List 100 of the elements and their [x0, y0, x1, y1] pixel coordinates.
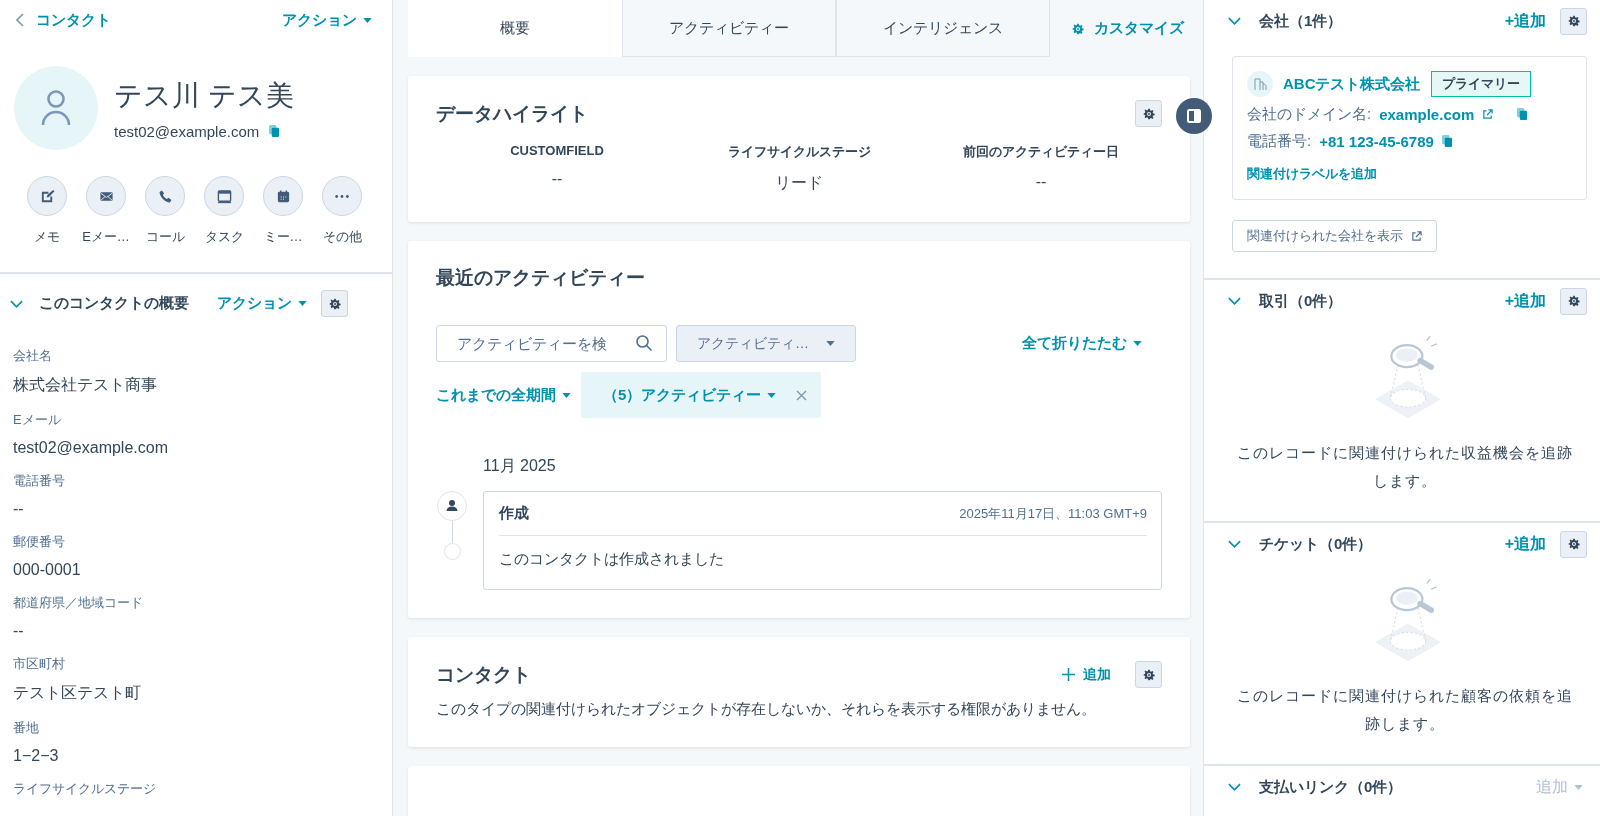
field-label: 都道府県／地域コード — [13, 594, 144, 612]
card-title: コンタクト — [436, 662, 531, 687]
more-icon — [335, 194, 349, 198]
month-heading: 11月 2025 — [483, 456, 557, 476]
section-title: 会社（1件） — [1259, 11, 1343, 31]
chevron-down-icon[interactable] — [1228, 540, 1241, 548]
copy-icon[interactable] — [269, 124, 281, 138]
highlight-label: ライフサイクルステージ — [726, 143, 872, 161]
settings-icon — [1567, 295, 1580, 307]
quick-action-button[interactable]: ミー… — [258, 176, 308, 246]
settings-button[interactable] — [1560, 7, 1587, 35]
customize-button[interactable]: カスタマイズ — [1066, 0, 1190, 57]
back-link[interactable]: コンタクト — [16, 10, 111, 30]
settings-button[interactable] — [1135, 661, 1162, 688]
quick-action-button[interactable]: タスク — [199, 176, 249, 246]
tab[interactable]: 概要 — [408, 0, 622, 57]
highlight-label: CUSTOMFIELD — [509, 143, 605, 158]
calendar-icon — [275, 188, 291, 204]
field-value: 1−2−3 — [13, 747, 60, 765]
section-title: このコンタクトの概要 — [39, 294, 189, 313]
settings-button[interactable] — [1560, 287, 1587, 315]
field-label: 市区町村 — [13, 655, 66, 673]
contact-name: テス川 テス美 — [114, 78, 294, 113]
quick-action-button[interactable]: コール — [140, 176, 190, 246]
search-field[interactable]: アクティビティーを検 — [436, 325, 667, 362]
chevron-left-icon — [16, 13, 24, 27]
empty-message: このレコードに関連付けられた顧客の依頼を追跡します。 — [1235, 686, 1574, 734]
caret-icon — [562, 392, 571, 398]
phone-link[interactable]: +81 123-45-6789 — [1319, 133, 1434, 150]
settings-button[interactable] — [1560, 530, 1587, 558]
highlight-value: リード — [774, 173, 824, 193]
field-label: 郵便番号 — [13, 533, 66, 551]
add-button[interactable]: +追加 — [1504, 290, 1546, 312]
activity-type-dropdown[interactable]: アクティビティ… — [676, 325, 856, 362]
caret-icon — [826, 341, 835, 346]
copy-icon[interactable] — [1441, 135, 1453, 148]
add-button[interactable]: +追加 — [1504, 533, 1546, 555]
tab[interactable]: インテリジェンス — [836, 0, 1050, 57]
add-label-link[interactable]: 関連付けラベルを追加 — [1247, 165, 1377, 183]
caret-icon — [298, 301, 307, 306]
actions-dropdown[interactable]: アクション — [282, 10, 372, 30]
card-title: 最近のアクティビティー — [436, 266, 646, 290]
domain-label: 会社のドメイン名: — [1247, 105, 1372, 124]
add-button[interactable]: 追加 — [1056, 664, 1117, 685]
settings-icon — [1567, 538, 1580, 550]
caret-icon — [363, 17, 372, 23]
caret-icon — [1574, 784, 1583, 790]
chevron-down-icon[interactable] — [1228, 17, 1241, 25]
field-value: -- — [13, 622, 25, 640]
person-icon — [41, 89, 71, 127]
close-icon[interactable] — [796, 389, 808, 401]
field-label: 電話番号 — [13, 472, 66, 490]
activity-title: 作成 — [499, 504, 529, 523]
external-link-icon — [1411, 230, 1422, 242]
section-title: 取引（0件） — [1259, 291, 1343, 311]
phone-icon — [157, 188, 173, 204]
external-link-icon — [1482, 109, 1494, 120]
highlight-value: -- — [1034, 173, 1048, 191]
tab[interactable]: アクティビティー — [622, 0, 836, 57]
field-label: ライフサイクルステージ — [13, 780, 157, 798]
building-icon — [1253, 78, 1267, 90]
field-value: -- — [13, 500, 25, 518]
search-icon — [635, 334, 653, 352]
person-icon — [437, 491, 467, 521]
settings-button[interactable] — [321, 290, 348, 317]
actions-dropdown[interactable]: アクション — [217, 294, 307, 313]
chevron-down-icon[interactable] — [1228, 297, 1241, 305]
highlight-value: -- — [550, 170, 564, 188]
activity-filter-dropdown[interactable]: （5）アクティビティー — [603, 385, 777, 405]
empty-message: このタイプの関連付けられたオブジェクトが存在しないか、それらを表示する権限がありません。 — [436, 700, 1097, 719]
quick-action-button[interactable]: その他 — [317, 176, 367, 246]
caret-icon — [1133, 341, 1142, 346]
domain-link[interactable]: example.com — [1379, 106, 1475, 123]
pencil-icon — [39, 188, 55, 204]
field-value: テスト区テスト町 — [13, 683, 142, 703]
quick-action-button[interactable]: メモ — [22, 176, 72, 246]
period-dropdown[interactable]: これまでの全期間 — [436, 385, 571, 405]
section-title: チケット（0件） — [1259, 534, 1373, 554]
field-value: test02@example.com — [13, 439, 169, 457]
view-companies-button[interactable]: 関連付けられた会社を表示 — [1232, 220, 1437, 252]
quick-action-button[interactable]: Eメー… — [81, 176, 131, 246]
sidebar-icon — [1187, 109, 1201, 123]
settings-button[interactable] — [1135, 100, 1162, 127]
contact-email: test02@example.com — [114, 122, 260, 140]
settings-icon — [1142, 107, 1155, 120]
chevron-down-icon[interactable] — [10, 299, 23, 308]
field-value: 000-0001 — [13, 561, 82, 579]
copy-icon[interactable] — [1517, 108, 1529, 121]
primary-badge: プライマリー — [1430, 71, 1531, 97]
activity-body: このコンタクトは作成されました — [499, 550, 725, 569]
field-label: Eメール — [13, 411, 62, 429]
chevron-down-icon[interactable] — [1228, 783, 1241, 791]
window-icon — [216, 188, 232, 204]
field-value: 株式会社テスト商事 — [13, 375, 158, 395]
add-button[interactable]: +追加 — [1504, 10, 1546, 32]
card-title: データハイライト — [436, 101, 588, 126]
collapse-all-dropdown[interactable]: 全て折りたたむ — [1022, 334, 1142, 353]
settings-icon — [328, 297, 341, 310]
phone-label: 電話番号: — [1247, 132, 1312, 151]
company-link[interactable]: ABCテスト株式会社 — [1283, 74, 1421, 94]
